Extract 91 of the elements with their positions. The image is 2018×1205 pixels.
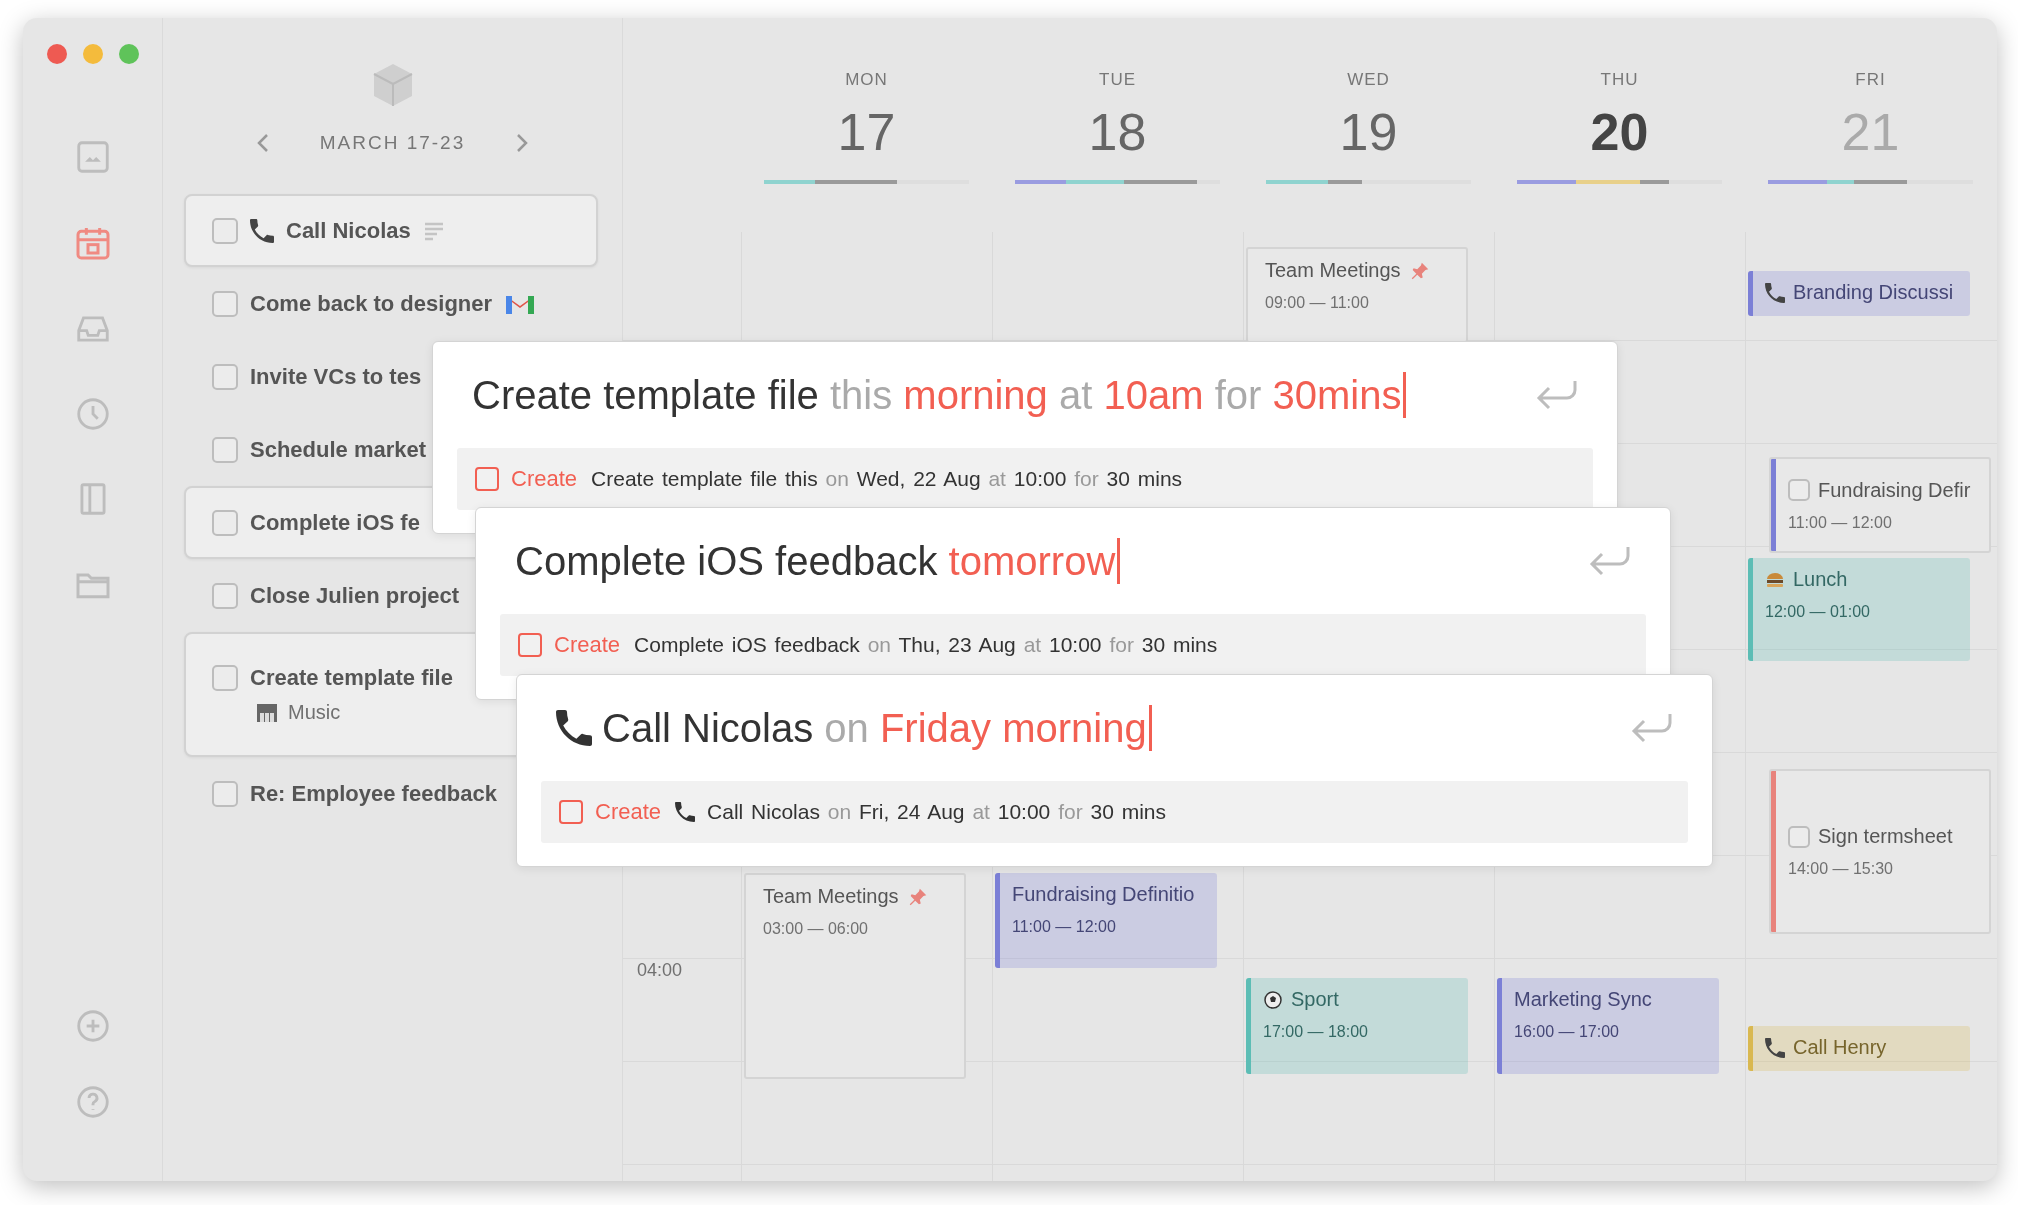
week-label: MARCH 17-23 bbox=[319, 132, 466, 154]
task-checkbox[interactable] bbox=[212, 290, 238, 317]
day-date: 21 bbox=[1841, 102, 1900, 162]
notes-icon bbox=[422, 220, 445, 241]
event-title: Team Meetings bbox=[1265, 259, 1401, 282]
day-name: THU bbox=[1600, 70, 1639, 90]
task-checkbox[interactable] bbox=[212, 665, 238, 691]
event-time: 09:00 — 11:00 bbox=[1265, 294, 1370, 312]
event-title: Marketing Sync bbox=[1514, 988, 1652, 1011]
suggestion-text: Complete iOS feedback on Thu, 23 Aug at 10:00 for 30 mins bbox=[634, 633, 1218, 657]
next-icon[interactable] bbox=[515, 133, 530, 153]
calendar-event[interactable]: Sign termsheet 14:00 — 15:30 bbox=[1769, 769, 1991, 934]
task-title: Close Julien project bbox=[250, 582, 460, 609]
text-caret bbox=[1117, 538, 1121, 584]
phone-icon bbox=[675, 802, 696, 822]
ball-icon bbox=[1263, 989, 1283, 1010]
task-checkbox[interactable] bbox=[212, 436, 238, 463]
calendar-event[interactable]: Sport 17:00 — 18:00 bbox=[1246, 978, 1468, 1074]
event-title: Fundraising Defir bbox=[1818, 478, 1971, 502]
suggestion-row[interactable]: Create Create template file this on Wed, 22 Aug at 10:00 for 30 mins bbox=[457, 448, 1593, 510]
suggestion-text: Call Nicolas on Fri, 24 Aug at 10:00 for 30 mins bbox=[707, 800, 1167, 824]
event-time: 17:00 — 18:00 bbox=[1263, 1023, 1369, 1041]
text-caret bbox=[1403, 372, 1407, 418]
phone-icon bbox=[1765, 282, 1785, 303]
task-title: Schedule market bbox=[250, 436, 427, 463]
day-date: 20 bbox=[1590, 102, 1649, 162]
task-input-text[interactable]: Call Nicolas on Friday morning bbox=[602, 705, 1147, 751]
day-name: WED bbox=[1347, 70, 1390, 90]
task-title: Come back to designer bbox=[250, 290, 493, 317]
previous-icon[interactable] bbox=[255, 133, 270, 153]
suggestion-checkbox[interactable] bbox=[518, 633, 542, 657]
calendar-event[interactable]: Branding Discussi bbox=[1748, 271, 1970, 316]
day-date: 18 bbox=[1088, 102, 1147, 162]
event-title: Lunch bbox=[1793, 568, 1848, 591]
day-date: 19 bbox=[1339, 102, 1398, 162]
task-title: Complete iOS fe bbox=[250, 509, 420, 536]
task-input-text[interactable]: Create template file this morning at 10am for 30mins bbox=[472, 372, 1402, 418]
event-time: 12:00 — 01:00 bbox=[1765, 603, 1871, 621]
event-time: 11:00 — 12:00 bbox=[1012, 918, 1117, 936]
task-item[interactable]: Come back to designer bbox=[184, 267, 598, 340]
event-title: Sport bbox=[1291, 988, 1339, 1011]
task-title: Re: Employee feedback bbox=[250, 780, 497, 807]
day-name: FRI bbox=[1855, 70, 1886, 90]
return-icon[interactable] bbox=[1535, 378, 1579, 412]
calendar-event[interactable]: Team Meetings 09:00 — 11:00 bbox=[1246, 247, 1468, 343]
task-item[interactable]: Call Nicolas bbox=[184, 194, 598, 267]
day-date: 17 bbox=[837, 102, 896, 162]
suggestion-checkbox[interactable] bbox=[559, 800, 583, 824]
time-label: 04:00 bbox=[637, 960, 683, 981]
task-checkbox[interactable] bbox=[212, 363, 238, 390]
suggestion-checkbox[interactable] bbox=[475, 467, 499, 491]
suggestion-row[interactable]: Create Call Nicolas on Fri, 24 Aug at 10:00 for 30 mins bbox=[541, 781, 1688, 843]
create-label: Create bbox=[595, 799, 662, 825]
calendar-event[interactable]: Team Meetings 03:00 — 06:00 bbox=[744, 873, 966, 1079]
task-checkbox[interactable] bbox=[212, 509, 238, 536]
event-title: Team Meetings bbox=[763, 885, 899, 908]
task-checkbox[interactable] bbox=[212, 582, 238, 609]
task-title: Invite VCs to tes bbox=[250, 363, 422, 390]
calendar-event[interactable]: Fundraising Defir 11:00 — 12:00 bbox=[1769, 457, 1991, 553]
window-control[interactable] bbox=[82, 44, 103, 64]
event-title: Branding Discussi bbox=[1793, 281, 1954, 304]
phone-icon bbox=[250, 218, 274, 243]
calendar-event[interactable]: Lunch 12:00 — 01:00 bbox=[1748, 558, 1970, 661]
task-title: Create template file bbox=[250, 665, 453, 691]
window-control[interactable] bbox=[118, 44, 139, 64]
day-name: MON bbox=[845, 70, 888, 90]
event-time: 14:00 — 15:30 bbox=[1788, 860, 1894, 878]
event-title: Fundraising Definitio bbox=[1012, 883, 1195, 906]
phone-icon bbox=[1765, 1037, 1785, 1058]
event-time: 16:00 — 17:00 bbox=[1514, 1023, 1620, 1041]
task-subtitle: Music bbox=[288, 701, 341, 724]
return-icon[interactable] bbox=[1588, 544, 1632, 578]
task-checkbox[interactable] bbox=[212, 217, 238, 244]
event-checkbox[interactable] bbox=[1788, 825, 1810, 848]
return-icon[interactable] bbox=[1630, 711, 1674, 745]
suggestion-row[interactable]: Create Complete iOS feedback on Thu, 23 Aug at 10:00 for 30 mins bbox=[500, 614, 1646, 676]
event-title: Call Henry bbox=[1793, 1036, 1887, 1059]
phone-icon bbox=[556, 710, 592, 746]
text-caret bbox=[1148, 705, 1152, 751]
event-time: 03:00 — 06:00 bbox=[763, 920, 869, 938]
task-checkbox[interactable] bbox=[212, 780, 238, 807]
window-control[interactable] bbox=[46, 44, 67, 64]
calendar-event[interactable]: Marketing Sync 16:00 — 17:00 bbox=[1497, 978, 1719, 1074]
task-title: Call Nicolas bbox=[286, 217, 411, 244]
day-name: TUE bbox=[1099, 70, 1136, 90]
piano-icon bbox=[256, 702, 278, 723]
event-checkbox[interactable] bbox=[1788, 479, 1810, 501]
event-time: 11:00 — 12:00 bbox=[1788, 513, 1893, 532]
calendar-event[interactable]: Fundraising Definitio 11:00 — 12:00 bbox=[995, 873, 1217, 968]
event-title: Sign termsheet bbox=[1818, 825, 1953, 848]
calendar-event[interactable]: Call Henry bbox=[1748, 1026, 1970, 1071]
